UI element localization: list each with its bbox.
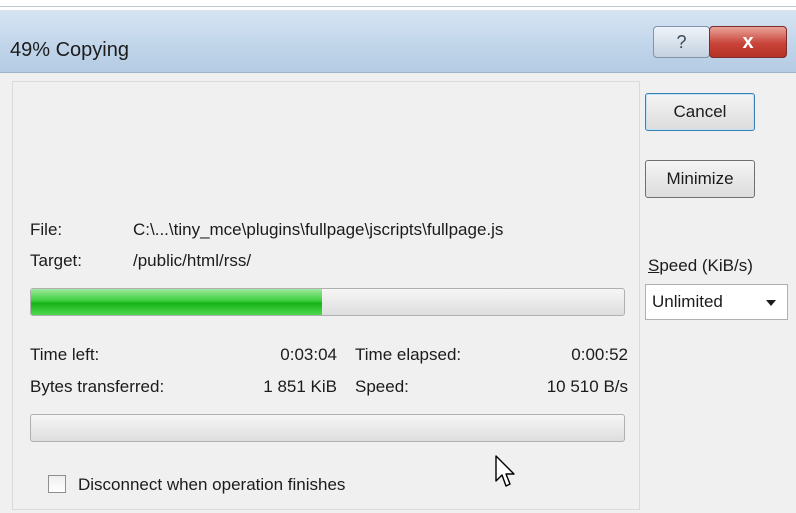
time-left-label: Time left: bbox=[30, 345, 100, 364]
file-progress-bar bbox=[30, 288, 625, 316]
close-button[interactable]: x bbox=[709, 26, 787, 58]
speed-label-accelerator: S bbox=[648, 256, 660, 275]
speed-dropdown[interactable]: Unlimited bbox=[645, 284, 788, 320]
speed-label: Speed (KiB/s) bbox=[648, 256, 753, 276]
file-path: C:\...\tiny_mce\plugins\fullpage\jscript… bbox=[133, 220, 504, 239]
mouse-cursor-icon bbox=[495, 455, 517, 494]
time-elapsed-label: Time elapsed: bbox=[355, 345, 462, 364]
file-progress-fill bbox=[31, 289, 322, 315]
speed-selected: Unlimited bbox=[652, 292, 723, 311]
target-label: Target: bbox=[30, 251, 82, 270]
disconnect-label[interactable]: Disconnect when operation finishes bbox=[78, 475, 345, 495]
cancel-button[interactable]: Cancel bbox=[645, 93, 755, 131]
speed-stat-label: Speed: bbox=[355, 377, 409, 396]
speed-stat-value: 10 510 B/s bbox=[546, 377, 628, 396]
time-left-value: 0:03:04 bbox=[280, 345, 337, 364]
minimize-button[interactable]: Minimize bbox=[645, 160, 755, 198]
time-elapsed-value: 0:00:52 bbox=[571, 345, 628, 364]
top-border bbox=[0, 6, 796, 7]
speed-label-text: peed (KiB/s) bbox=[659, 256, 753, 275]
target-path: /public/html/rss/ bbox=[133, 251, 252, 270]
overall-progress-bar bbox=[30, 414, 625, 442]
close-icon: x bbox=[742, 30, 754, 53]
chevron-down-icon[interactable] bbox=[764, 296, 778, 315]
bytes-transferred-value: 1 851 KiB bbox=[263, 377, 337, 396]
help-button[interactable]: ? bbox=[653, 26, 710, 58]
file-label: File: bbox=[30, 220, 63, 239]
title-bar[interactable]: 49% Copying ? x bbox=[0, 10, 796, 72]
bytes-transferred-label: Bytes transferred: bbox=[30, 377, 165, 396]
help-icon: ? bbox=[676, 31, 687, 52]
window-title: 49% Copying bbox=[10, 39, 129, 61]
disconnect-checkbox[interactable] bbox=[48, 475, 66, 493]
